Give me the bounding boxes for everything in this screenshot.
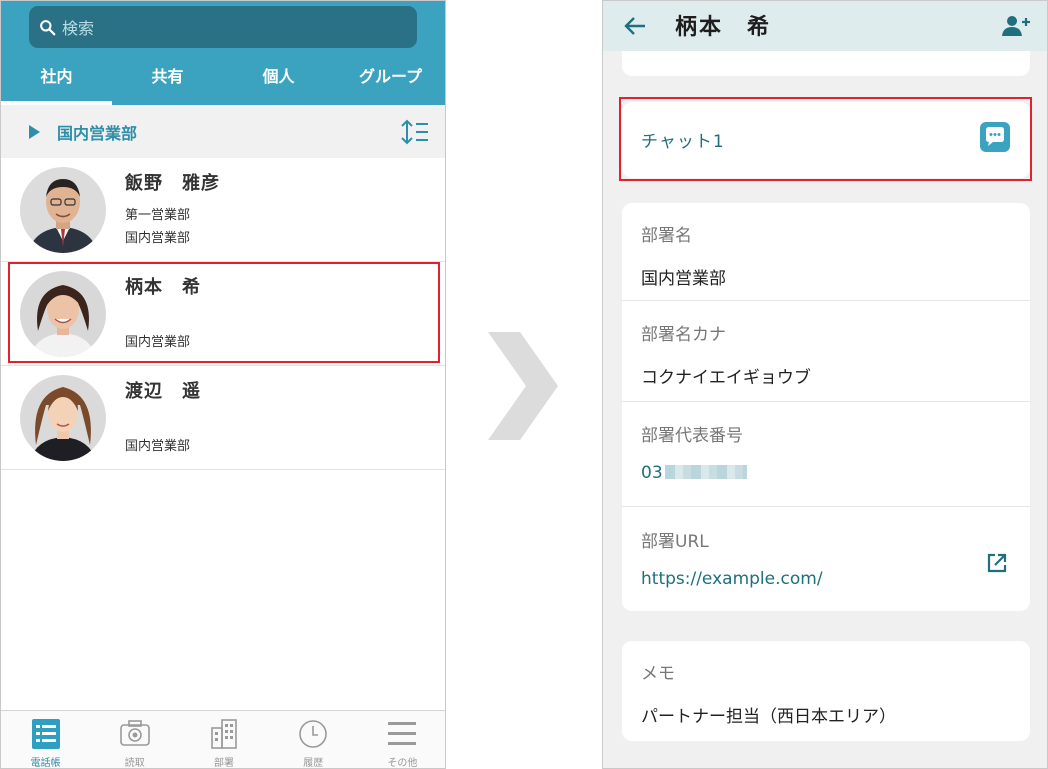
field-value: 国内営業部 <box>641 269 726 289</box>
phone-number-prefix: 03 <box>641 463 663 483</box>
nav-label: その他 <box>387 758 418 769</box>
nav-department[interactable]: 部署 <box>179 711 268 769</box>
contact-list-screen: 検索 社内 共有 個人 グループ 国内営業部 飯野 雅彦 第一営業部 国内営業部… <box>0 0 446 769</box>
nav-history[interactable]: 履歴 <box>269 711 358 769</box>
tab-internal[interactable]: 社内 <box>1 59 112 105</box>
page-title: 柄本 希 <box>675 15 772 40</box>
menu-icon <box>388 722 417 745</box>
add-user-icon[interactable] <box>1001 14 1031 38</box>
expand-triangle-icon <box>29 124 40 139</box>
selection-highlight <box>8 262 440 363</box>
tab-shared[interactable]: 共有 <box>112 59 223 105</box>
contact-name: 渡辺 遥 <box>125 381 201 402</box>
camera-icon <box>119 720 150 746</box>
external-link-icon[interactable] <box>986 552 1008 574</box>
tab-group[interactable]: グループ <box>334 59 445 105</box>
field-label: 部署名 <box>641 226 692 246</box>
nav-scan[interactable]: 読取 <box>90 711 179 769</box>
list-item[interactable]: 飯野 雅彦 第一営業部 国内営業部 <box>1 158 445 262</box>
search-placeholder: 検索 <box>62 19 95 38</box>
field-label: 部署URL <box>641 532 709 552</box>
phonebook-icon <box>31 719 60 749</box>
search-icon <box>40 19 56 35</box>
contact-name: 飯野 雅彦 <box>125 173 220 194</box>
avatar <box>20 167 106 253</box>
search-input[interactable]: 検索 <box>29 6 417 48</box>
field-row[interactable]: 部署URL https://example.com/ <box>622 507 1030 611</box>
tab-personal[interactable]: 個人 <box>223 59 334 105</box>
field-label: 部署名カナ <box>641 325 726 345</box>
tab-bar: 社内 共有 個人 グループ <box>1 59 445 105</box>
nav-other[interactable]: その他 <box>358 711 445 769</box>
field-row: 部署名 国内営業部 <box>622 203 1030 301</box>
list-header: 検索 社内 共有 個人 グループ <box>1 1 445 105</box>
building-icon <box>211 719 237 749</box>
field-row[interactable]: 部署代表番号 03 <box>622 402 1030 507</box>
chevron-right-icon <box>488 332 558 440</box>
url-link[interactable]: https://example.com/ <box>641 569 823 589</box>
list-item[interactable]: 渡辺 遥 国内営業部 <box>1 366 445 470</box>
back-arrow-icon[interactable] <box>623 15 647 37</box>
field-label: 部署代表番号 <box>641 426 743 446</box>
field-row: 部署名カナ コクナイエイギョウブ <box>622 301 1030 402</box>
nav-label: 読取 <box>124 758 145 769</box>
selection-highlight <box>619 97 1032 181</box>
nav-label: 部署 <box>214 758 234 769</box>
contact-dept: 第一営業部 <box>125 208 191 223</box>
contact-dept: 国内営業部 <box>125 439 191 454</box>
group-header[interactable]: 国内営業部 <box>1 105 445 158</box>
redacted-block <box>664 465 747 479</box>
bottom-nav: 電話帳 読取 部署 履歴 その他 <box>1 710 445 769</box>
field-value: コクナイエイギョウブ <box>641 368 811 388</box>
phone-number[interactable]: 03 <box>641 463 747 483</box>
department-info-card: 部署名 国内営業部 部署名カナ コクナイエイギョウブ 部署代表番号 03 部署U… <box>622 203 1030 611</box>
memo-label: メモ <box>641 664 675 684</box>
memo-card: メモ パートナー担当（西日本エリア） <box>622 641 1030 741</box>
nav-phonebook[interactable]: 電話帳 <box>1 711 90 769</box>
nav-label: 電話帳 <box>30 758 61 769</box>
contact-detail-screen: 柄本 希 チャット1 部署名 国内営業部 部署名カナ コクナイエイギョウブ 部署… <box>602 0 1048 769</box>
detail-header: 柄本 希 <box>603 1 1047 51</box>
memo-value: パートナー担当（西日本エリア） <box>641 707 896 727</box>
avatar <box>20 375 106 461</box>
nav-label: 履歴 <box>303 758 324 769</box>
contact-dept: 国内営業部 <box>125 231 191 246</box>
sort-icon[interactable] <box>399 118 429 146</box>
clock-icon <box>299 720 328 748</box>
previous-card <box>622 51 1030 76</box>
group-label: 国内営業部 <box>57 123 138 143</box>
